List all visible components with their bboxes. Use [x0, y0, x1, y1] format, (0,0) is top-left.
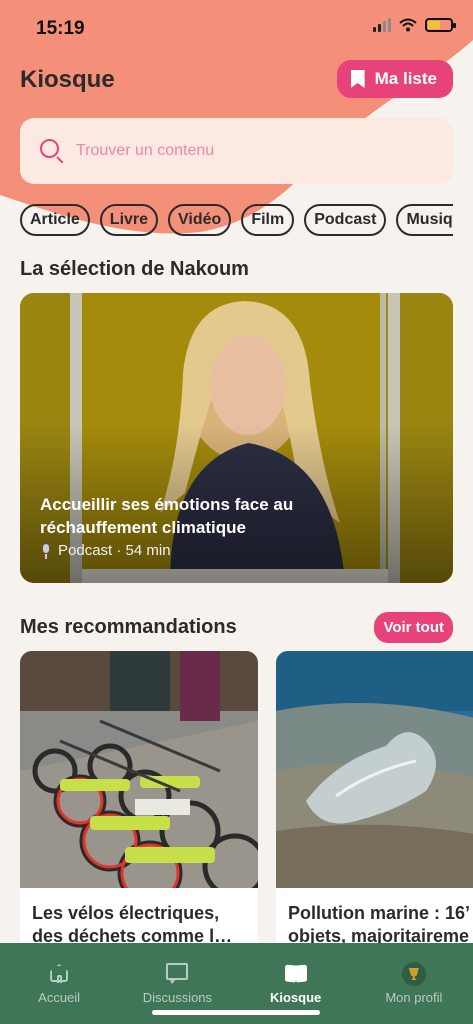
wifi-icon — [399, 18, 417, 32]
card-title: Pollution marine : 16’ objets, majoritai… — [288, 903, 470, 946]
search-input[interactable] — [76, 142, 416, 160]
status-bar: 15:19 — [0, 0, 473, 56]
book-icon — [284, 962, 308, 986]
featured-meta: Podcast · 54 min — [40, 542, 171, 559]
status-time: 15:19 — [36, 18, 85, 39]
featured-podcast-card[interactable]: Accueillir ses émotions face au réchauff… — [20, 293, 453, 583]
bookmark-icon — [350, 70, 365, 88]
status-icons — [373, 18, 456, 32]
featured-title: Accueillir ses émotions face au réchauff… — [40, 495, 294, 537]
chat-icon — [165, 962, 189, 986]
microphone-icon — [40, 542, 52, 559]
home-icon — [47, 962, 71, 986]
see-all-button[interactable]: Voir tout — [374, 612, 453, 643]
filter-chip-livre[interactable]: Livre — [99, 204, 159, 236]
tab-mon-profil[interactable]: Mon profil — [355, 943, 473, 1024]
tab-label: Accueil — [38, 990, 81, 1005]
tab-label: Mon profil — [385, 990, 443, 1005]
tab-label: Kiosque — [269, 990, 322, 1005]
tab-accueil[interactable]: Accueil — [0, 943, 118, 1024]
filter-chips: Article Livre Vidéo Film Podcast Musique — [20, 204, 453, 238]
card-image-ocean-plastic — [276, 651, 473, 888]
my-list-label: Ma liste — [374, 69, 437, 88]
recommendation-card[interactable]: Pollution marine : 16’ objets, majoritai… — [276, 651, 473, 951]
header: Kiosque Ma liste — [20, 60, 453, 100]
search-bar[interactable] — [20, 118, 453, 184]
filter-chip-video[interactable]: Vidéo — [168, 204, 232, 236]
recommendation-card[interactable]: Les vélos électriques, des déchets comme… — [20, 651, 258, 951]
page-title: Kiosque — [20, 66, 115, 93]
filter-chip-film[interactable]: Film — [241, 204, 295, 236]
trophy-icon — [401, 962, 426, 986]
battery-icon — [425, 18, 456, 32]
selection-section-title: La sélection de Nakoum — [20, 258, 249, 280]
recommendations-section-title: Mes recommandations — [20, 616, 237, 638]
home-indicator[interactable] — [152, 1010, 320, 1015]
filter-chip-musique[interactable]: Musique — [396, 204, 453, 236]
filter-chip-article[interactable]: Article — [20, 204, 90, 236]
signal-icon — [373, 18, 391, 32]
search-icon — [40, 139, 64, 164]
tab-label: Discussions — [142, 990, 213, 1005]
my-list-button[interactable]: Ma liste — [336, 60, 453, 98]
featured-image-overlay — [20, 293, 453, 583]
filter-chip-podcast[interactable]: Podcast — [304, 204, 387, 236]
card-title: Les vélos électriques, des déchets comme… — [32, 903, 233, 946]
card-image-bikes — [20, 651, 258, 888]
featured-meta-text: Podcast · 54 min — [58, 542, 171, 559]
